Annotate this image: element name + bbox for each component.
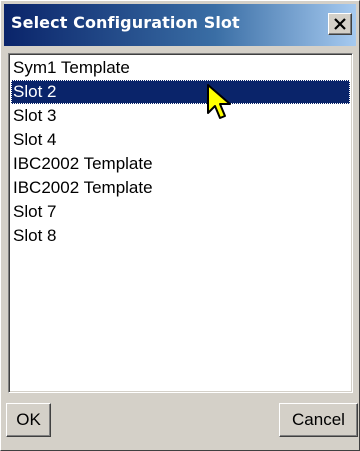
slot-list-item[interactable]: IBC2002 Template (11, 176, 350, 200)
dialog-title: Select Configuration Slot (11, 13, 240, 32)
mouse-pointer-icon (207, 84, 231, 119)
slot-list-item[interactable]: Slot 7 (11, 200, 350, 224)
slot-list-item[interactable]: Slot 3 (11, 104, 350, 128)
close-icon (334, 18, 346, 30)
slot-list-item[interactable]: Slot 8 (11, 224, 350, 248)
slot-list-item[interactable]: IBC2002 Template (11, 152, 350, 176)
select-configuration-slot-dialog: Select Configuration Slot Sym1 Template … (0, 0, 360, 451)
slot-list-item[interactable]: Slot 4 (11, 128, 350, 152)
title-bar[interactable]: Select Configuration Slot (4, 4, 356, 46)
ok-button[interactable]: OK (6, 403, 51, 437)
slot-listbox[interactable]: Sym1 Template Slot 2 Slot 3 Slot 4 IBC20… (8, 53, 353, 393)
slot-list-item[interactable]: Sym1 Template (11, 56, 350, 80)
slot-list-item-selected[interactable]: Slot 2 (11, 80, 350, 104)
cancel-button[interactable]: Cancel (279, 403, 358, 437)
close-button[interactable] (328, 13, 352, 35)
